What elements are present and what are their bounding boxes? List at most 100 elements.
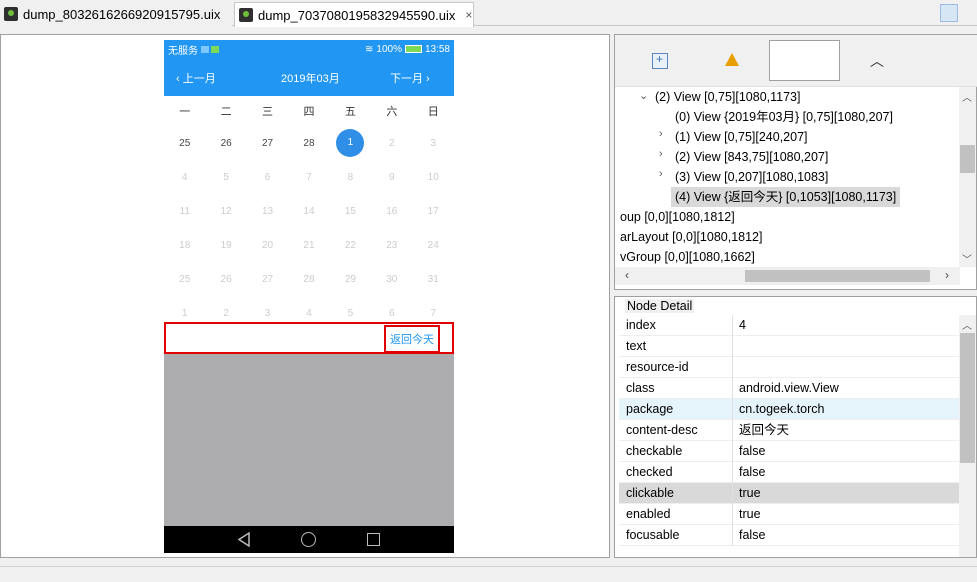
calendar-grid: 25 26 27 28 1 2 3 4 5 6 7 8 9 10 11 12 1… xyxy=(164,126,454,319)
tree-node[interactable]: vGroup [0,0][1080,1662] xyxy=(620,247,755,267)
calendar-day[interactable]: 22 xyxy=(330,240,371,251)
scroll-thumb[interactable] xyxy=(960,333,975,463)
weekday-label: 五 xyxy=(344,106,356,118)
device-screenshot[interactable]: 无服务 ≋ 100% 13:58 ‹ 上一月 2019年03月 下一月 › 一 … xyxy=(164,40,454,553)
detail-row[interactable]: checked false xyxy=(619,462,959,483)
calendar-day[interactable]: 31 xyxy=(413,274,454,285)
calendar-day[interactable]: 28 xyxy=(288,274,329,285)
scroll-thumb[interactable] xyxy=(960,145,975,173)
calendar-day[interactable]: 23 xyxy=(371,240,412,251)
hierarchy-pane: ︿ ⌄ (2) View [0,75][1080,1173] (0) View … xyxy=(614,34,977,290)
chevron-right-icon[interactable]: › xyxy=(659,168,663,180)
calendar-week-row: 18 19 20 21 22 23 24 xyxy=(164,228,454,262)
chevron-down-icon[interactable]: ⌄ xyxy=(639,89,648,102)
calendar-day[interactable]: 13 xyxy=(247,206,288,217)
warning-icon[interactable] xyxy=(725,53,739,66)
back-icon[interactable] xyxy=(237,532,252,547)
detail-row[interactable]: checkable false xyxy=(619,441,959,462)
calendar-day[interactable]: 28 xyxy=(288,138,329,149)
calendar-day[interactable]: 5 xyxy=(205,172,246,183)
detail-row[interactable]: resource-id xyxy=(619,357,959,378)
tree-node[interactable]: (1) View [0,75][240,207] xyxy=(675,127,808,147)
calendar-day[interactable]: 3 xyxy=(247,308,288,319)
calendar-day[interactable]: 19 xyxy=(205,240,246,251)
calendar-day[interactable]: 26 xyxy=(205,138,246,149)
recents-icon[interactable] xyxy=(367,533,380,546)
chevron-right-icon[interactable]: › xyxy=(659,148,663,160)
calendar-day[interactable]: 2 xyxy=(205,308,246,319)
chevron-right-icon[interactable]: › xyxy=(659,128,663,140)
calendar-day[interactable]: 4 xyxy=(164,172,205,183)
tree-node[interactable]: (0) View {2019年03月} [0,75][1080,207] xyxy=(675,107,893,127)
tree-node-selected[interactable]: (4) View {返回今天} [0,1053][1080,1173] xyxy=(671,187,901,207)
toggle-naf-button[interactable] xyxy=(769,40,840,81)
detail-row[interactable]: focusable false xyxy=(619,525,959,546)
chevron-up-icon[interactable]: ︿ xyxy=(870,51,884,71)
prev-month-button[interactable]: ‹ 上一月 xyxy=(176,70,216,86)
calendar-day[interactable]: 7 xyxy=(288,172,329,183)
calendar-day[interactable]: 15 xyxy=(330,206,371,217)
battery-icon xyxy=(404,45,422,53)
calendar-day[interactable]: 17 xyxy=(413,206,454,217)
calendar-day[interactable]: 18 xyxy=(164,240,205,251)
calendar-day[interactable]: 24 xyxy=(413,240,454,251)
detail-row[interactable]: clickable true xyxy=(619,483,959,504)
calendar-day[interactable]: 25 xyxy=(164,138,205,149)
calendar-day[interactable]: 29 xyxy=(330,274,371,285)
calendar-day[interactable]: 6 xyxy=(371,308,412,319)
detail-row[interactable]: index 4 xyxy=(619,315,959,336)
weekday-label: 二 xyxy=(220,106,232,118)
home-icon[interactable] xyxy=(301,532,316,547)
tab-dump-1[interactable]: dump_8032616266920915795.uix xyxy=(0,2,232,26)
tab-label: dump_8032616266920915795.uix xyxy=(23,6,221,22)
detail-row[interactable]: content-desc 返回今天 xyxy=(619,420,959,441)
calendar-day[interactable]: 9 xyxy=(371,172,412,183)
tree-node[interactable]: oup [0,0][1080,1812] xyxy=(620,207,735,227)
calendar-day[interactable]: 3 xyxy=(413,138,454,149)
tree-horizontal-scrollbar[interactable]: ‹ › xyxy=(615,267,960,285)
weekday-label: 一 xyxy=(179,106,191,118)
calendar-day[interactable]: 30 xyxy=(371,274,412,285)
tree-node[interactable]: (2) View [843,75][1080,207] xyxy=(675,147,828,167)
calendar-day[interactable]: 27 xyxy=(247,274,288,285)
calendar-day[interactable]: 8 xyxy=(330,172,371,183)
close-icon[interactable]: × xyxy=(465,8,472,22)
scroll-thumb[interactable] xyxy=(745,270,930,282)
tab-dump-2[interactable]: dump_7037080195832945590.uix × xyxy=(234,2,474,27)
calendar-day[interactable]: 7 xyxy=(413,308,454,319)
calendar-day[interactable]: 16 xyxy=(371,206,412,217)
scroll-right-icon[interactable]: › xyxy=(945,268,949,282)
scroll-down-icon[interactable]: ﹀ xyxy=(962,251,972,266)
calendar-day[interactable]: 25 xyxy=(164,274,205,285)
tree-node[interactable]: (3) View [0,207][1080,1083] xyxy=(675,167,828,187)
expand-all-icon[interactable] xyxy=(652,52,668,69)
detail-row[interactable]: text xyxy=(619,336,959,357)
calendar-day[interactable]: 14 xyxy=(288,206,329,217)
calendar-day[interactable]: 1 xyxy=(164,308,205,319)
tree-vertical-scrollbar[interactable]: ︿ ﹀ xyxy=(959,87,976,267)
minimize-button[interactable] xyxy=(940,4,958,22)
calendar-day[interactable]: 21 xyxy=(288,240,329,251)
calendar-day[interactable]: 27 xyxy=(247,138,288,149)
calendar-day[interactable]: 6 xyxy=(247,172,288,183)
tree-node[interactable]: arLayout [0,0][1080,1812] xyxy=(620,227,762,247)
maximize-button[interactable] xyxy=(962,4,977,22)
next-month-button[interactable]: 下一月 › xyxy=(390,70,430,86)
calendar-day[interactable]: 2 xyxy=(371,138,412,149)
calendar-day[interactable]: 20 xyxy=(247,240,288,251)
detail-row[interactable]: class android.view.View xyxy=(619,378,959,399)
scroll-left-icon[interactable]: ‹ xyxy=(625,268,629,282)
detail-row[interactable]: enabled true xyxy=(619,504,959,525)
calendar-day[interactable]: 12 xyxy=(205,206,246,217)
calendar-day[interactable]: 11 xyxy=(164,206,205,217)
calendar-day[interactable]: 5 xyxy=(330,308,371,319)
calendar-day[interactable]: 10 xyxy=(413,172,454,183)
back-to-today-button[interactable]: 返回今天 xyxy=(384,325,440,353)
scroll-up-icon[interactable]: ︿ xyxy=(962,317,972,332)
calendar-day[interactable]: 26 xyxy=(205,274,246,285)
tree-node[interactable]: (2) View [0,75][1080,1173] xyxy=(655,87,800,107)
detail-vertical-scrollbar[interactable]: ︿ xyxy=(959,315,976,557)
calendar-day[interactable]: 4 xyxy=(288,308,329,319)
detail-row[interactable]: package cn.togeek.torch xyxy=(619,399,959,420)
scroll-up-icon[interactable]: ︿ xyxy=(962,89,972,104)
